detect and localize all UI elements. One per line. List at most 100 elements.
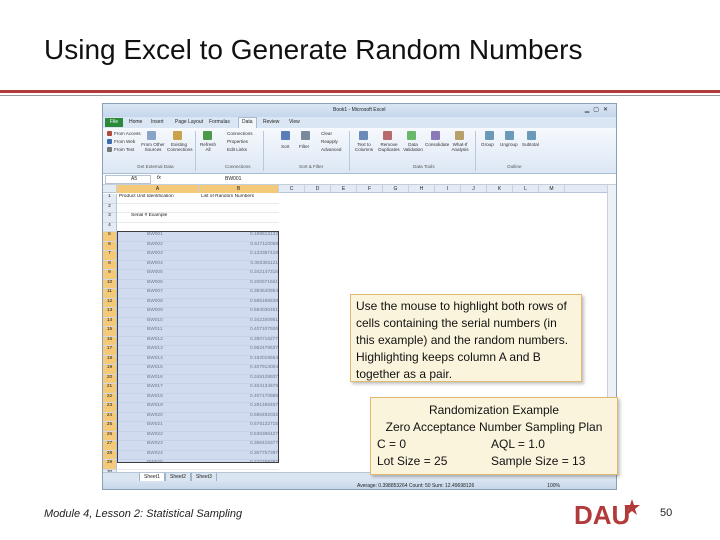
row-header[interactable]: 11	[103, 289, 117, 299]
row-header[interactable]: 24	[103, 412, 117, 422]
row-header[interactable]: 22	[103, 393, 117, 403]
row-header[interactable]: 5	[103, 232, 117, 242]
window-titlebar[interactable]: Book1 - Microsoft Excel ▁▢✕	[103, 104, 616, 117]
row-header[interactable]: 9	[103, 270, 117, 280]
cell-a[interactable]: Serial # Example	[117, 213, 199, 223]
existing-connections-button[interactable]: Existing Connections	[167, 142, 193, 152]
row-header[interactable]: 3	[103, 213, 117, 223]
tab-page-layout[interactable]: Page Layout	[175, 119, 203, 125]
refresh-all-button[interactable]: Refresh All	[199, 142, 217, 152]
zoom-level[interactable]: 100%	[547, 483, 560, 489]
acceptance-number: C = 0	[377, 437, 407, 451]
row-header[interactable]: 25	[103, 422, 117, 432]
sort-button[interactable]: Sort	[281, 144, 289, 149]
row-header[interactable]: 4	[103, 222, 117, 232]
from-web-button[interactable]: From Web	[114, 139, 135, 144]
consolidate-button[interactable]: Consolidate	[425, 142, 449, 147]
row-header[interactable]: 28	[103, 450, 117, 460]
ribbon-tabs: File Home Insert Page Layout Formulas Da…	[103, 117, 616, 128]
row-header[interactable]: 10	[103, 279, 117, 289]
row-header[interactable]: 23	[103, 403, 117, 413]
row-header[interactable]: 1	[103, 194, 117, 204]
row-header[interactable]: 21	[103, 384, 117, 394]
column-header-k[interactable]: K	[487, 185, 513, 193]
sampling-plan: Zero Acceptance Number Sampling Plan	[385, 420, 603, 434]
column-header-a[interactable]: A	[117, 185, 199, 193]
remove-duplicates-button[interactable]: Remove Duplicates	[377, 142, 401, 152]
text-to-columns-button[interactable]: Text to Columns	[353, 142, 375, 152]
ungroup-button[interactable]: Ungroup	[500, 142, 518, 147]
row-header[interactable]: 8	[103, 260, 117, 270]
row-header[interactable]: 12	[103, 298, 117, 308]
advanced-button[interactable]: Advanced	[321, 147, 341, 152]
sample-size: Sample Size = 13	[491, 454, 586, 468]
tab-formulas[interactable]: Formulas	[209, 119, 230, 125]
cell-b[interactable]	[199, 213, 279, 223]
column-header-l[interactable]: L	[513, 185, 539, 193]
cell-a[interactable]: Product Unit Identification	[117, 194, 199, 204]
row-header[interactable]: 19	[103, 365, 117, 375]
row-header[interactable]: 15	[103, 327, 117, 337]
clear-button[interactable]: Clear	[321, 131, 332, 136]
fx-icon[interactable]: fx	[157, 175, 161, 181]
column-header-b[interactable]: B	[199, 185, 279, 193]
properties-button[interactable]: Properties	[227, 139, 248, 144]
example-callout: Randomization Example Zero Acceptance Nu…	[370, 397, 618, 475]
group-button[interactable]: Group	[481, 142, 494, 147]
column-header-f[interactable]: F	[357, 185, 383, 193]
column-header-e[interactable]: E	[331, 185, 357, 193]
group-get-external-data: Get External Data	[137, 164, 174, 169]
text-to-columns-icon	[359, 131, 368, 140]
row-header[interactable]: 7	[103, 251, 117, 261]
filter-button[interactable]: Filter	[299, 144, 309, 149]
tab-view[interactable]: View	[289, 119, 300, 125]
cell-b[interactable]	[199, 204, 279, 213]
dau-logo: DAU	[574, 499, 640, 529]
instruction-callout: Use the mouse to highlight both rows of …	[350, 294, 582, 382]
edit-links-button[interactable]: Edit Links	[227, 147, 247, 152]
window-controls[interactable]: ▁▢✕	[585, 106, 612, 113]
tab-review[interactable]: Review	[263, 119, 279, 125]
row-header[interactable]: 2	[103, 203, 117, 213]
column-header-m[interactable]: M	[539, 185, 565, 193]
tab-file[interactable]: File	[105, 118, 123, 127]
from-other-sources-button[interactable]: From Other Sources	[141, 142, 165, 152]
select-all-corner[interactable]	[103, 185, 117, 193]
connections-button[interactable]: Connections	[227, 131, 253, 136]
window-title: Book1 - Microsoft Excel	[333, 107, 386, 113]
row-header[interactable]: 26	[103, 431, 117, 441]
row-header[interactable]: 20	[103, 374, 117, 384]
row-header[interactable]: 29	[103, 460, 117, 470]
refresh-icon	[203, 131, 212, 140]
column-header-i[interactable]: I	[435, 185, 461, 193]
title-rule	[0, 90, 720, 93]
row-header[interactable]: 18	[103, 355, 117, 365]
column-header-j[interactable]: J	[461, 185, 487, 193]
cell-b[interactable]: List of Random Numbers	[199, 194, 279, 204]
column-header-h[interactable]: H	[409, 185, 435, 193]
row-header[interactable]: 27	[103, 441, 117, 451]
subtotal-button[interactable]: Subtotal	[522, 142, 539, 147]
row-header[interactable]: 16	[103, 336, 117, 346]
tab-home[interactable]: Home	[129, 119, 142, 125]
column-header-c[interactable]: C	[279, 185, 305, 193]
data-validation-button[interactable]: Data Validation	[402, 142, 424, 152]
name-box[interactable]: A5	[105, 175, 151, 184]
row-header[interactable]: 17	[103, 346, 117, 356]
cell-a[interactable]	[117, 204, 199, 213]
selection-highlight[interactable]	[117, 231, 279, 463]
formula-input[interactable]: BW001	[225, 176, 241, 182]
column-header-d[interactable]: D	[305, 185, 331, 193]
row-header[interactable]: 6	[103, 241, 117, 251]
reapply-button[interactable]: Reapply	[321, 139, 338, 144]
example-title: Randomization Example	[428, 403, 560, 417]
remove-duplicates-icon	[383, 131, 392, 140]
row-header[interactable]: 14	[103, 317, 117, 327]
from-text-button[interactable]: From Text	[114, 147, 134, 152]
row-header[interactable]: 13	[103, 308, 117, 318]
tab-insert[interactable]: Insert	[151, 119, 164, 125]
from-access-button[interactable]: From Access	[114, 131, 141, 136]
what-if-analysis-button[interactable]: What-If Analysis	[449, 142, 471, 152]
tab-data[interactable]: Data	[238, 117, 257, 128]
column-header-g[interactable]: G	[383, 185, 409, 193]
